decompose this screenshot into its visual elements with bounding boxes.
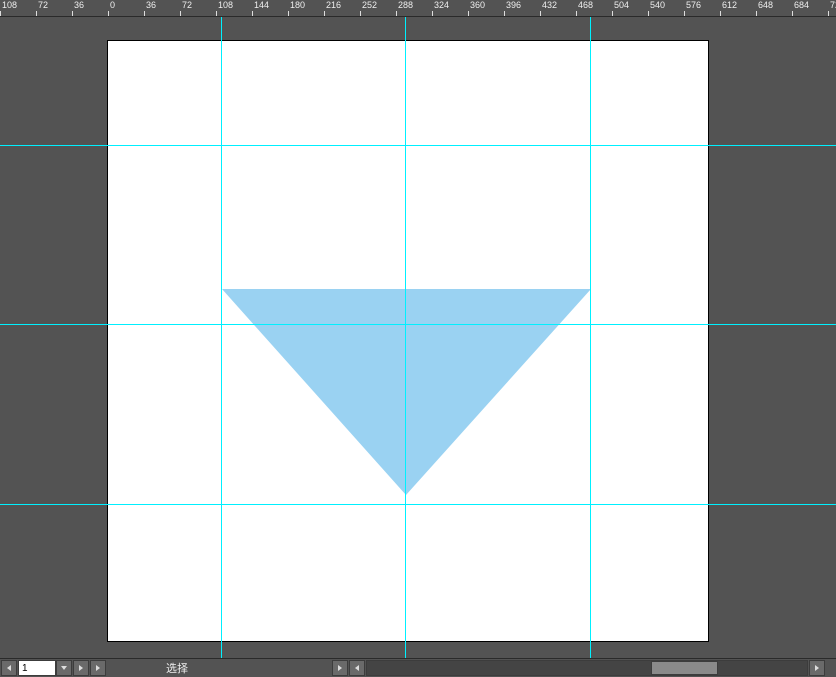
scroll-track[interactable]: [366, 660, 808, 676]
ruler-label: 576: [686, 0, 701, 10]
ruler-label: 288: [398, 0, 413, 10]
ruler-label: 72: [182, 0, 192, 10]
guide-vertical[interactable]: [221, 16, 222, 659]
ruler-label: 72: [830, 0, 836, 10]
guide-horizontal[interactable]: [0, 504, 836, 505]
page-dropdown[interactable]: [56, 660, 72, 676]
horizontal-ruler[interactable]: 1087236036721081441802162522883243603964…: [0, 0, 836, 17]
triangle-shape[interactable]: [222, 289, 591, 495]
ruler-label: 468: [578, 0, 593, 10]
ruler-label: 612: [722, 0, 737, 10]
scroll-right-button[interactable]: [809, 660, 825, 676]
scroll-left-button[interactable]: [349, 660, 365, 676]
ruler-label: 396: [506, 0, 521, 10]
ruler-label: 36: [74, 0, 84, 10]
horizontal-scrollbar[interactable]: [332, 659, 826, 677]
guide-horizontal[interactable]: [0, 145, 836, 146]
ruler-label: 36: [146, 0, 156, 10]
ruler-label: 360: [470, 0, 485, 10]
ruler-label: 180: [290, 0, 305, 10]
ruler-label: 0: [110, 0, 115, 10]
scroll-right-icon[interactable]: [332, 660, 348, 676]
ruler-label: 252: [362, 0, 377, 10]
ruler-label: 648: [758, 0, 773, 10]
ruler-label: 324: [434, 0, 449, 10]
guide-horizontal[interactable]: [0, 324, 836, 325]
last-page-button[interactable]: [90, 660, 106, 676]
ruler-label: 504: [614, 0, 629, 10]
guide-vertical[interactable]: [590, 16, 591, 659]
ruler-label: 72: [38, 0, 48, 10]
page-number-input[interactable]: 1: [18, 660, 56, 676]
next-page-button[interactable]: [73, 660, 89, 676]
ruler-label: 108: [218, 0, 233, 10]
chevron-down-icon: [61, 666, 67, 670]
ruler-label: 684: [794, 0, 809, 10]
workspace[interactable]: [0, 16, 836, 659]
guide-vertical[interactable]: [405, 16, 406, 659]
canvas-content: [108, 41, 708, 641]
tool-label: 选择: [166, 660, 188, 676]
ruler-label: 540: [650, 0, 665, 10]
canvas-page[interactable]: [107, 40, 709, 642]
ruler-label: 432: [542, 0, 557, 10]
ruler-label: 144: [254, 0, 269, 10]
first-page-button[interactable]: [1, 660, 17, 676]
ruler-label: 108: [2, 0, 17, 10]
scroll-thumb[interactable]: [651, 661, 718, 675]
ruler-label: 216: [326, 0, 341, 10]
